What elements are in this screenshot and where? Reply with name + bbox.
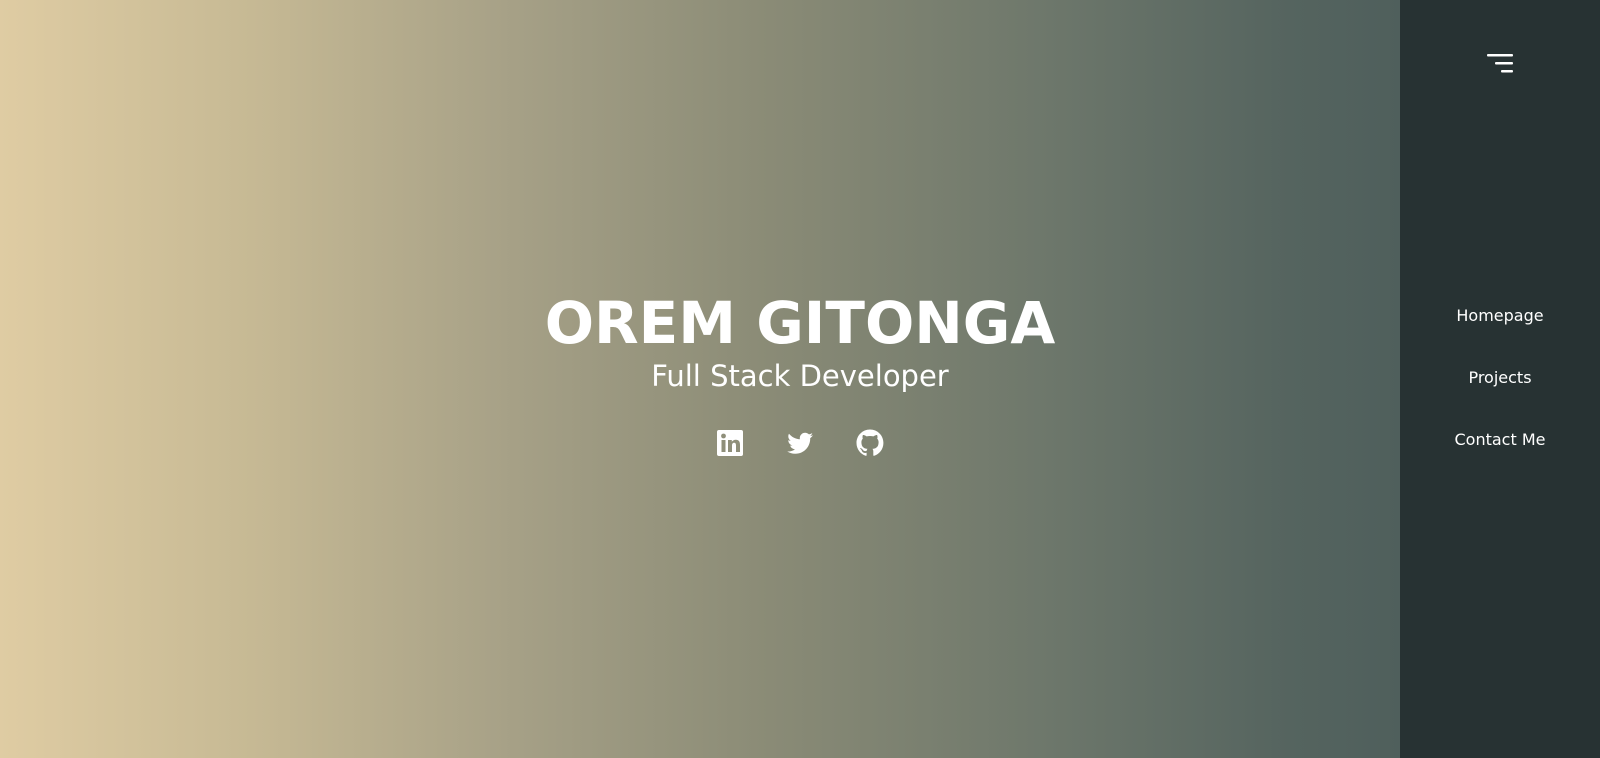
hero-name: OREM GITONGA — [544, 289, 1056, 357]
github-icon — [856, 429, 884, 456]
hero-content: OREM GITONGA Full Stack Developer — [0, 290, 1600, 458]
nav-item-projects[interactable]: Projects — [1400, 364, 1600, 392]
hero-role: Full Stack Developer — [651, 359, 949, 393]
nav-item-homepage[interactable]: Homepage — [1400, 302, 1600, 330]
twitter-link[interactable] — [785, 428, 815, 458]
linkedin-icon — [717, 430, 743, 456]
github-link[interactable] — [855, 428, 885, 458]
linkedin-link[interactable] — [715, 428, 745, 458]
nav-item-contact-me[interactable]: Contact Me — [1400, 426, 1600, 454]
menu-icon — [1487, 54, 1513, 73]
twitter-icon — [787, 432, 813, 454]
menu-button[interactable] — [1487, 52, 1513, 76]
social-links — [0, 428, 1600, 458]
sidebar: Homepage Projects Contact Me — [1400, 0, 1600, 758]
sidebar-nav: Homepage Projects Contact Me — [1400, 302, 1600, 488]
